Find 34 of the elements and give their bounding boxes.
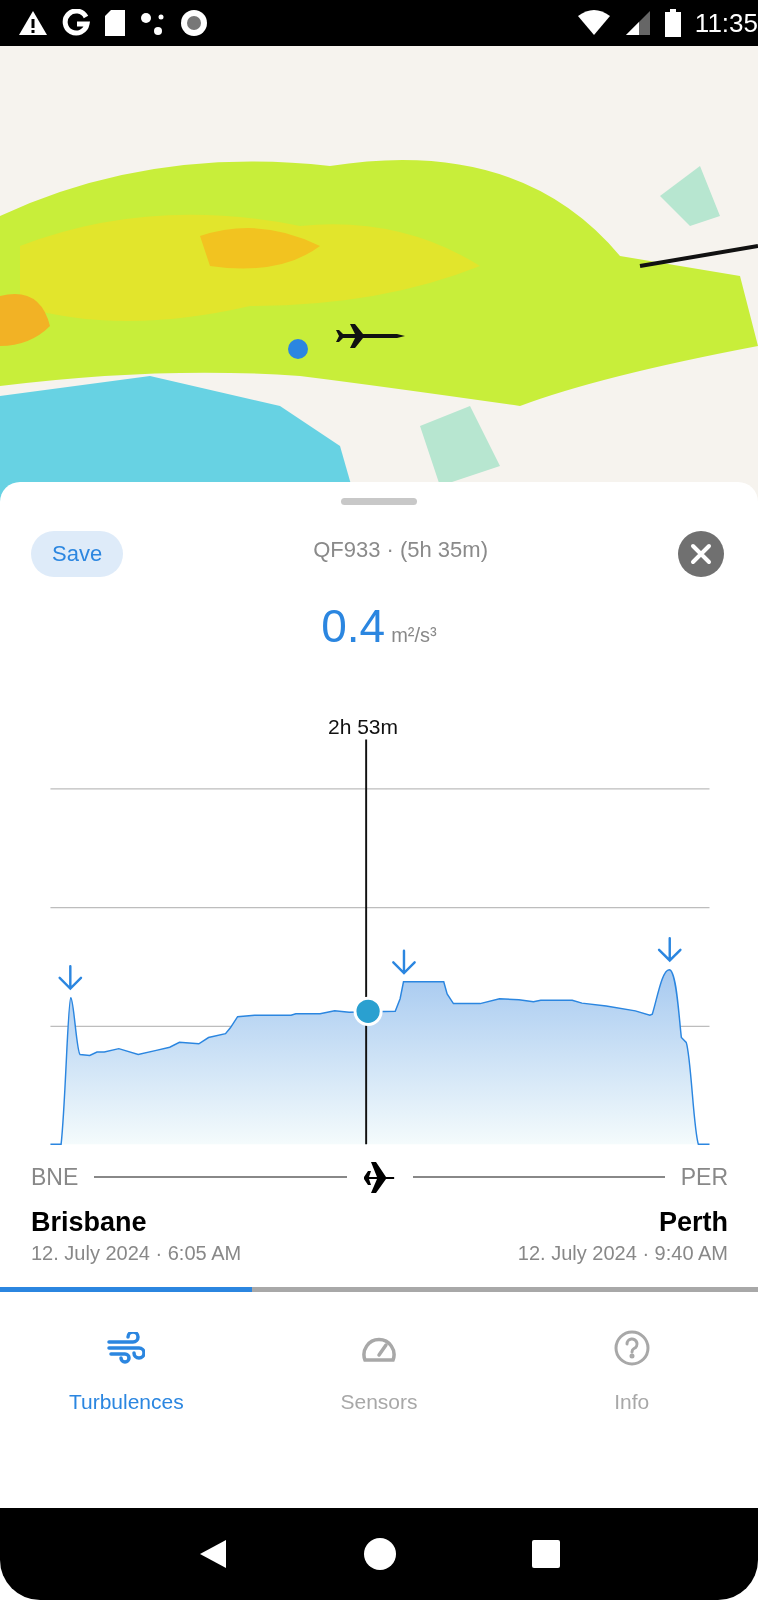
- signal-icon: [624, 10, 651, 36]
- drag-handle[interactable]: [341, 498, 417, 505]
- sd-card-icon: [104, 9, 126, 37]
- home-icon[interactable]: [364, 1538, 396, 1570]
- battery-icon: [664, 9, 681, 37]
- nav-tab[interactable]: Sensors: [252, 1292, 506, 1508]
- nav-tab[interactable]: Info: [505, 1292, 758, 1508]
- close-button[interactable]: [678, 531, 724, 577]
- google-icon: [62, 9, 90, 37]
- origin-code: BNE: [31, 1163, 79, 1191]
- save-button[interactable]: Save: [31, 531, 124, 577]
- wifi-icon: [576, 10, 611, 36]
- origin-city: Brisbane: [31, 1207, 147, 1238]
- arrival-time: 12. July 2024 · 9:40 AM: [517, 1242, 728, 1265]
- departure-time: 12. July 2024 · 6:05 AM: [31, 1242, 242, 1265]
- destination-code: PER: [680, 1163, 728, 1191]
- cursor-dot[interactable]: [353, 996, 383, 1026]
- warning-icon: [18, 10, 48, 36]
- cursor-label: 2h 53m: [328, 715, 399, 739]
- airplane-icon: [362, 1161, 397, 1193]
- destination-city: Perth: [658, 1207, 728, 1238]
- help-icon: [613, 1330, 650, 1366]
- close-icon: [690, 543, 712, 565]
- record-icon: [180, 9, 208, 37]
- down-arrow-icon: [392, 949, 416, 975]
- down-arrow-icon: [58, 965, 83, 991]
- nav-tab[interactable]: Turbulences: [0, 1292, 253, 1508]
- unit-label: m²/s³: [391, 624, 437, 647]
- down-arrow-icon: [657, 936, 682, 963]
- wind-icon: [107, 1332, 146, 1364]
- clock-time: 11:35: [694, 7, 758, 39]
- turbulence-value: 0.4: [321, 599, 386, 653]
- flight-title: QF933 · (5h 35m): [313, 537, 488, 563]
- back-icon[interactable]: [198, 1538, 228, 1570]
